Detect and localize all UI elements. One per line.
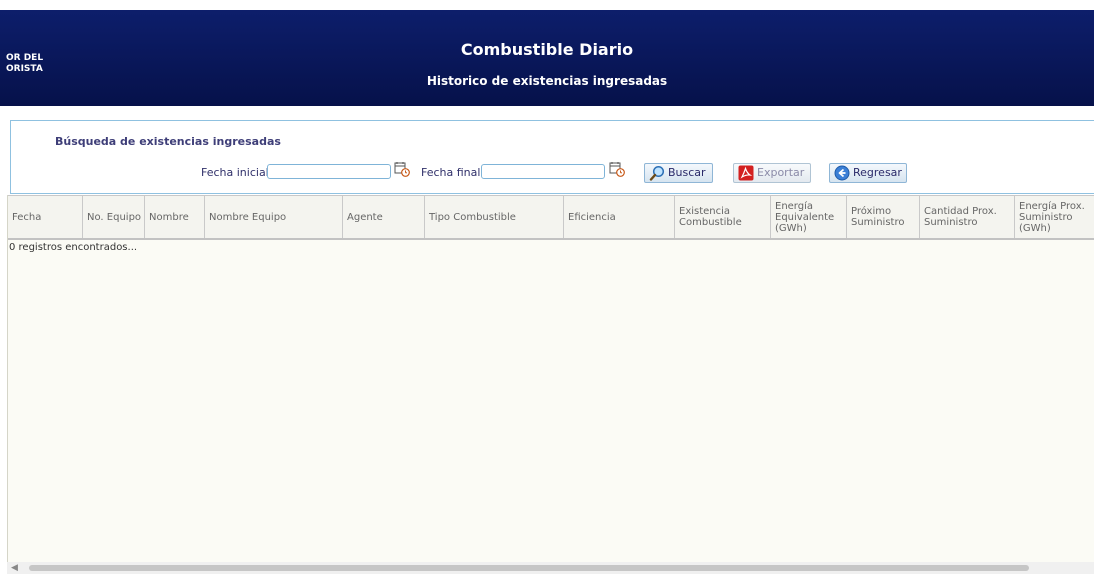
magnifier-icon xyxy=(649,165,665,181)
fecha-inicial-input[interactable] xyxy=(267,164,391,179)
column-header[interactable]: Energía Prox. Suministro (GWh) xyxy=(1015,196,1094,238)
column-header[interactable]: Tipo Combustible xyxy=(425,196,564,238)
column-header[interactable]: Cantidad Prox. Suministro xyxy=(920,196,1015,238)
back-arrow-icon xyxy=(834,165,850,181)
column-header[interactable]: Próximo Suministro xyxy=(847,196,920,238)
fecha-inicial-label: Fecha inicial xyxy=(201,166,269,179)
fecha-final-label: Fecha final xyxy=(421,166,481,179)
pdf-icon xyxy=(738,165,754,181)
results-grid: Fecha No. Equipo Nombre Nombre Equipo Ag… xyxy=(7,195,1094,562)
regresar-label: Regresar xyxy=(853,166,902,179)
buscar-label: Buscar xyxy=(668,166,706,179)
calendar-icon[interactable] xyxy=(609,161,625,177)
search-panel: Búsqueda de existencias ingresadas Fecha… xyxy=(10,120,1094,194)
records-count: 0 registros encontrados... xyxy=(9,242,138,253)
column-header[interactable]: Existencia Combustible xyxy=(675,196,771,238)
exportar-button[interactable]: Exportar xyxy=(733,163,811,183)
chevron-left-icon[interactable]: ◀ xyxy=(11,564,18,573)
buscar-button[interactable]: Buscar xyxy=(644,163,713,183)
column-header[interactable]: Nombre Equipo xyxy=(205,196,343,238)
column-header[interactable]: Eficiencia xyxy=(564,196,675,238)
app-header: OR DEL ORISTA Combustible Diario Histori… xyxy=(0,10,1094,106)
column-header[interactable]: Nombre xyxy=(145,196,205,238)
column-header[interactable]: Fecha xyxy=(8,196,83,238)
fecha-final-input[interactable] xyxy=(481,164,605,179)
column-header[interactable]: No. Equipo xyxy=(83,196,145,238)
grid-header: Fecha No. Equipo Nombre Nombre Equipo Ag… xyxy=(8,195,1094,240)
regresar-button[interactable]: Regresar xyxy=(829,163,907,183)
calendar-icon[interactable] xyxy=(394,161,410,177)
search-panel-title: Búsqueda de existencias ingresadas xyxy=(55,135,281,148)
horizontal-scrollbar[interactable]: ◀ xyxy=(7,562,1094,574)
exportar-label: Exportar xyxy=(757,166,805,179)
column-header[interactable]: Agente xyxy=(343,196,425,238)
column-header[interactable]: Energía Equivalente (GWh) xyxy=(771,196,847,238)
page-title: Combustible Diario xyxy=(460,40,634,59)
scrollbar-thumb[interactable] xyxy=(29,565,1029,571)
page-subtitle: Historico de existencias ingresadas xyxy=(426,74,668,88)
